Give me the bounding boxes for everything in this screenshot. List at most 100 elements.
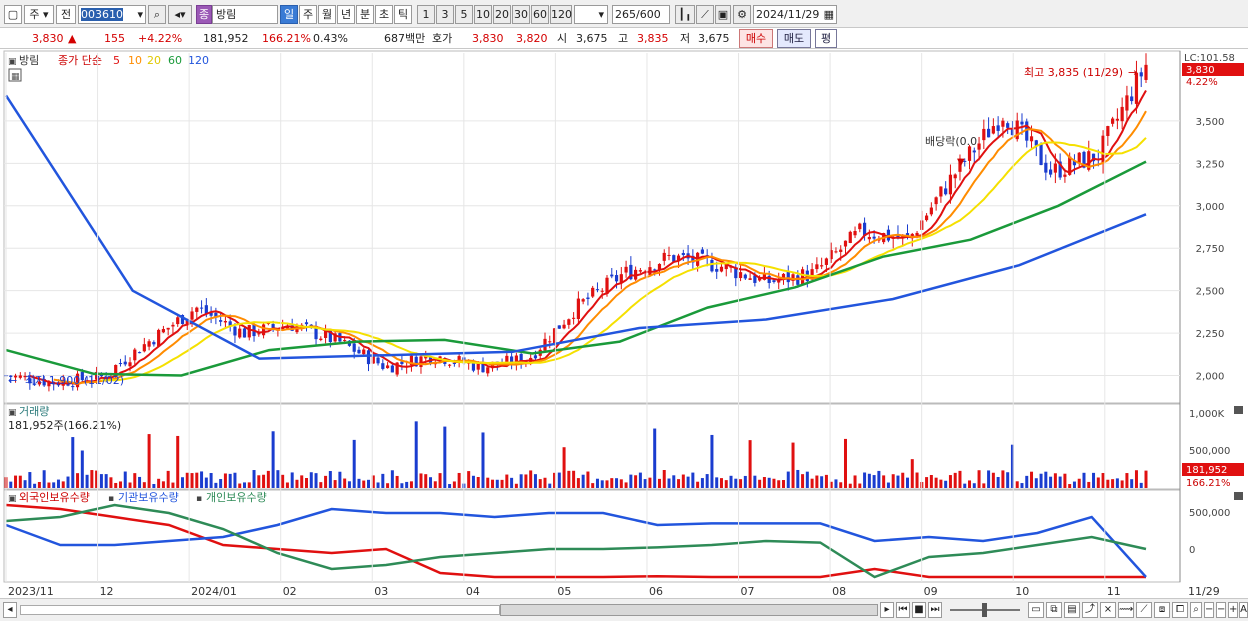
candle-body <box>681 253 685 256</box>
eval-button[interactable]: 평 <box>815 29 837 48</box>
candle-body <box>576 298 580 320</box>
volume-bar <box>567 470 571 488</box>
candle-body <box>700 249 705 254</box>
stock-name-field[interactable]: 방림 <box>212 5 278 24</box>
count-5[interactable]: 5 <box>455 5 473 24</box>
volume-bar <box>128 482 132 488</box>
indicator-icon-6[interactable]: ⧠ <box>1172 602 1188 618</box>
count-10[interactable]: 10 <box>474 5 492 24</box>
volume-bar <box>233 472 237 488</box>
candle-body <box>986 128 991 138</box>
window-icon[interactable]: ▢ <box>4 5 22 24</box>
candle-body <box>915 232 919 236</box>
volume-bar <box>285 482 289 488</box>
candle-body <box>939 186 943 197</box>
layout-icon-2[interactable]: ⧉ <box>1046 602 1062 618</box>
period-tick[interactable]: 틱 <box>394 5 412 24</box>
holding-close-icon[interactable] <box>1234 492 1243 500</box>
custom-count-input[interactable]: ▾ <box>574 5 608 24</box>
volume-bar <box>638 472 642 488</box>
indicator-icon-1[interactable]: ⤴ <box>1082 602 1098 618</box>
indicator-icon-3[interactable]: ⟿ <box>1118 602 1134 618</box>
draw-icon[interactable]: ⟋ <box>696 5 714 24</box>
candle-body <box>786 271 790 283</box>
volume-bar <box>9 481 13 488</box>
volume-bar <box>915 472 919 488</box>
volume-close-icon[interactable] <box>1234 406 1243 414</box>
candle-body <box>719 266 724 272</box>
volume-bar <box>987 470 991 488</box>
high-label: 고 <box>618 32 629 45</box>
zoom-slider-handle[interactable] <box>982 603 987 617</box>
period-second[interactable]: 초 <box>375 5 393 24</box>
zoom-in-icon[interactable]: + <box>1228 602 1238 618</box>
scroll-thumb[interactable] <box>500 604 878 616</box>
speaker-icon[interactable]: ◂▾ <box>168 5 192 24</box>
count-30[interactable]: 30 <box>512 5 530 24</box>
volume-bar <box>80 450 84 488</box>
volume-bar <box>781 480 785 488</box>
date-input[interactable]: 2024/11/29 ▦ <box>753 5 837 24</box>
period-minute[interactable]: 분 <box>356 5 374 24</box>
volume-bar <box>586 471 590 488</box>
volume-bar <box>362 480 366 488</box>
volume-bar <box>939 479 943 488</box>
volume-bar <box>66 476 70 488</box>
range-input[interactable]: 265/600 <box>612 5 670 24</box>
buy-button[interactable]: 매수 <box>739 29 773 48</box>
candle-icon[interactable]: ┃╻ <box>675 5 695 24</box>
volume-bar <box>877 470 881 488</box>
scroll-left-icon[interactable]: ◂ <box>3 602 17 618</box>
count-3[interactable]: 3 <box>436 5 454 24</box>
volume-title: 거래량 <box>19 405 49 418</box>
candle-body <box>261 324 266 336</box>
gear-icon[interactable]: ⚙ <box>733 5 751 24</box>
stock-code-input[interactable]: 003610 ▾ <box>78 5 146 24</box>
period-day[interactable]: 일 <box>280 5 298 24</box>
period-month[interactable]: 월 <box>318 5 336 24</box>
candle-body <box>304 322 309 325</box>
zoom-out-icon[interactable]: − <box>1204 602 1214 618</box>
scroll-last-icon[interactable]: ⏭ <box>928 602 942 618</box>
volume-current-label: 181,952 <box>1186 465 1227 476</box>
period-year[interactable]: 년 <box>337 5 355 24</box>
scroll-first-icon[interactable]: ⏮ <box>896 602 910 618</box>
layout-icon-3[interactable]: ▤ <box>1064 602 1080 618</box>
volume-bar <box>1106 479 1110 488</box>
market-select[interactable]: 주 ▾ <box>24 5 54 24</box>
indicator-icon-4[interactable]: ⟋ <box>1136 602 1152 618</box>
indicator-icon-2[interactable]: ⨯ <box>1100 602 1116 618</box>
count-120[interactable]: 120 <box>550 5 572 24</box>
volume-bar <box>180 477 184 488</box>
search-icon[interactable]: ⌕ <box>148 5 166 24</box>
price-tick-label: 2,000 <box>1196 372 1225 383</box>
count-60[interactable]: 60 <box>531 5 549 24</box>
minus-icon[interactable]: − <box>1216 602 1226 618</box>
candle-body <box>137 352 142 354</box>
volume-bar <box>677 479 681 488</box>
auto-scale-icon[interactable]: A <box>1239 602 1248 618</box>
candle-body <box>1125 95 1129 111</box>
scroll-right-icon[interactable]: ▸ <box>880 602 894 618</box>
volume-bar <box>42 470 46 488</box>
volume-bar <box>848 483 852 488</box>
volume-bar <box>176 435 180 488</box>
scroll-track[interactable] <box>20 605 500 615</box>
period-week[interactable]: 주 <box>299 5 317 24</box>
save-icon[interactable]: ▣ <box>715 5 731 24</box>
count-20[interactable]: 20 <box>493 5 511 24</box>
volume-bar <box>228 473 232 488</box>
count-1[interactable]: 1 <box>417 5 435 24</box>
stock-chart[interactable]: ▣ 방림 종가 단순 5 10 20 60 120 ▦ 최고 3,835 (11… <box>0 49 1248 598</box>
sell-button[interactable]: 매도 <box>777 29 811 48</box>
volume-bar <box>419 473 423 488</box>
low-price: 3,675 <box>698 32 730 45</box>
layout-icon-1[interactable]: ▭ <box>1028 602 1044 618</box>
stop-icon[interactable]: ■ <box>912 602 926 618</box>
prefix-button[interactable]: 전 <box>56 5 76 24</box>
indicator-icon-5[interactable]: ⧈ <box>1154 602 1170 618</box>
zoom-search-icon[interactable]: ⌕ <box>1190 602 1202 618</box>
volume-bar <box>281 474 285 488</box>
volume-bar <box>467 471 471 488</box>
x-axis-label: 06 <box>649 585 663 598</box>
